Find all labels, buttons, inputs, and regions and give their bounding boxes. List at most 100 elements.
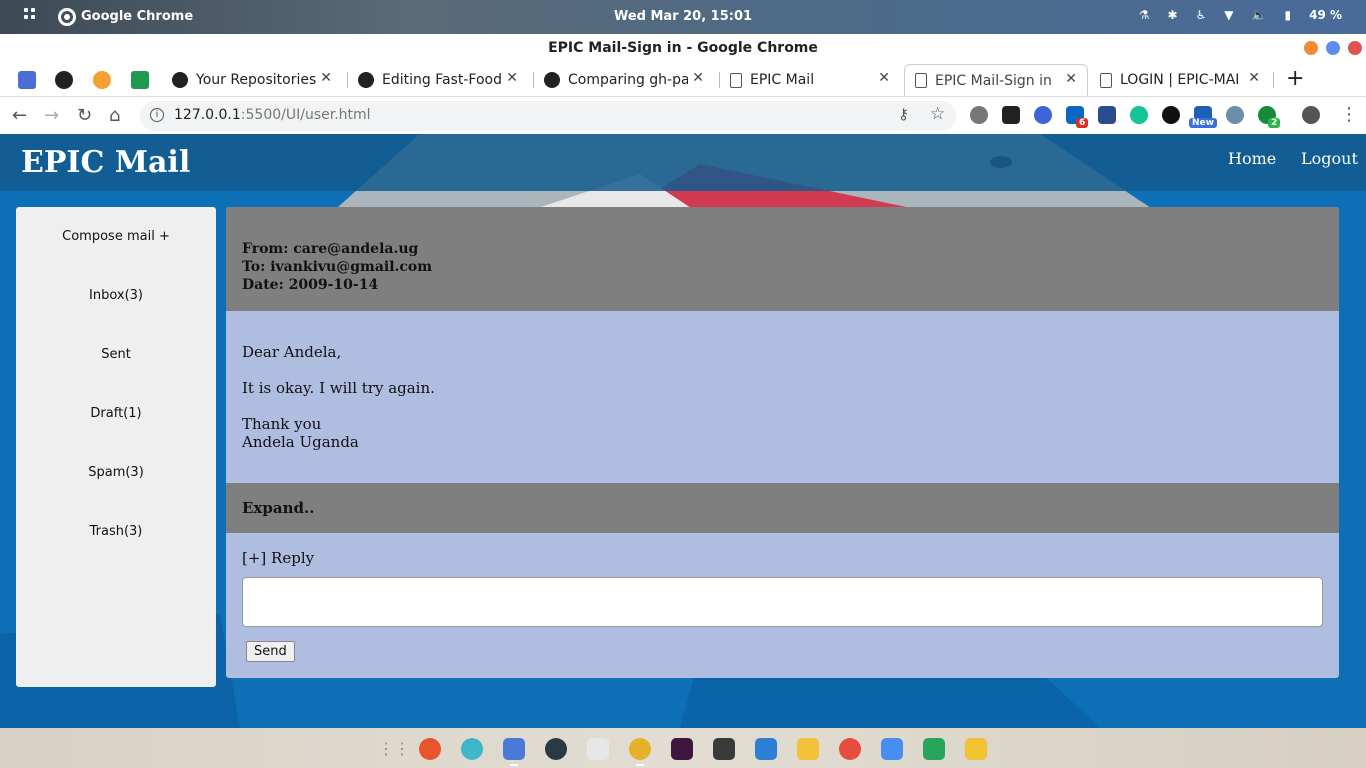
compose-mail-button[interactable]: Compose mail + <box>16 229 216 244</box>
tab-strip: Your Repositories ✕ Editing Fast-Food ✕ … <box>0 62 1366 96</box>
bookmark-star-icon[interactable]: ☆ <box>930 104 945 124</box>
volume-icon[interactable]: 🔈 <box>1252 8 1267 22</box>
wifi-icon[interactable]: ▼ <box>1224 8 1233 22</box>
show-apps-icon[interactable]: ⋮⋮ <box>378 738 410 760</box>
new-badge: New <box>1189 118 1217 128</box>
send-button[interactable]: Send <box>246 641 295 662</box>
expand-label[interactable]: Expand.. <box>242 499 314 517</box>
document-icon <box>1100 72 1112 88</box>
sidebar-item-draft[interactable]: Draft(1) <box>16 406 216 421</box>
docs-dock-icon[interactable] <box>881 738 903 760</box>
url-host: 127.0.0.1 <box>174 107 241 123</box>
document-icon <box>730 72 742 88</box>
url-text[interactable]: 127.0.0.1:5500/UI/user.html <box>174 107 371 123</box>
grammarly-icon[interactable] <box>1130 106 1148 124</box>
profile-avatar[interactable] <box>1302 106 1320 124</box>
close-tab-icon[interactable]: ✕ <box>1248 70 1260 86</box>
battery-icon[interactable]: ▮ <box>1284 8 1291 22</box>
minimize-button[interactable] <box>1304 41 1318 55</box>
slack-icon[interactable]: ✱ <box>1167 8 1177 22</box>
notes-icon[interactable] <box>797 738 819 760</box>
url-path: :5500/UI/user.html <box>240 107 371 123</box>
mail-to: To: ivankivu@gmail.com <box>242 259 433 275</box>
pinned-tab-sheets-icon[interactable] <box>131 71 149 89</box>
sidebar-item-inbox[interactable]: Inbox(3) <box>16 288 216 303</box>
blue-circle-extension-icon[interactable] <box>1034 106 1052 124</box>
photos-icon[interactable] <box>839 738 861 760</box>
tab-label: Your Repositories <box>196 72 317 88</box>
reply-toggle[interactable]: [+] Reply <box>242 549 314 567</box>
sublime-text-icon[interactable] <box>713 738 735 760</box>
files-icon[interactable] <box>503 738 525 760</box>
mail-closing: Thank you <box>242 415 322 433</box>
close-tab-icon[interactable]: ✕ <box>320 70 332 86</box>
window-title: EPIC Mail-Sign in - Google Chrome <box>548 40 818 56</box>
mail-from: From: care@andela.ug <box>242 241 419 257</box>
sidebar-item-trash[interactable]: Trash(3) <box>16 524 216 539</box>
flask-icon[interactable]: ⚗ <box>1139 8 1150 22</box>
accessibility-icon[interactable]: ♿ <box>1196 8 1207 22</box>
tab-comparing-gh-pages[interactable]: Comparing gh-pa ✕ <box>534 64 714 96</box>
home-icon[interactable]: ⌂ <box>109 105 120 126</box>
github-icon <box>544 72 560 88</box>
linkedin-badge: 6 <box>1076 118 1089 128</box>
expand-bar[interactable]: Expand.. <box>226 483 1339 533</box>
infinity-extension-icon[interactable] <box>1226 106 1244 124</box>
close-window-button[interactable] <box>1348 41 1362 55</box>
chrome-dock-icon[interactable] <box>629 738 651 760</box>
camera-app-icon[interactable] <box>545 738 567 760</box>
toolbox-extension-icon[interactable] <box>1098 106 1116 124</box>
mail-view: From: care@andela.ug To: ivankivu@gmail.… <box>226 207 1339 678</box>
info-icon[interactable]: i <box>150 108 164 122</box>
pinned-tab-app-icon[interactable] <box>93 71 111 89</box>
screenshot-app-icon[interactable] <box>587 738 609 760</box>
mail-body: Dear Andela, It is okay. I will try agai… <box>226 311 1339 483</box>
mail-message: It is okay. I will try again. <box>242 379 435 397</box>
home-link[interactable]: Home <box>1228 149 1276 168</box>
reload-icon[interactable]: ↻ <box>77 105 92 126</box>
maximize-button[interactable] <box>1326 41 1340 55</box>
pinned-tab-github-icon[interactable] <box>55 71 73 89</box>
forward-icon[interactable]: → <box>44 105 59 126</box>
address-bar[interactable]: i 127.0.0.1:5500/UI/user.html ⚷ ☆ <box>140 101 956 131</box>
logout-link[interactable]: Logout <box>1301 149 1358 168</box>
sidebar-item-sent[interactable]: Sent <box>16 347 216 362</box>
os-dock: ⋮⋮ <box>0 728 1366 768</box>
tab-login-epic-mail[interactable]: LOGIN | EPIC-MAIL ✕ <box>1090 64 1270 96</box>
gatsby-extension-icon[interactable] <box>1162 106 1180 124</box>
system-tray[interactable]: ⚗ ✱ ♿ ▼ 🔈 ▮ 49 % <box>1139 8 1342 22</box>
mail-sidebar: Compose mail + Inbox(3) Sent Draft(1) Sp… <box>16 207 216 687</box>
sheets-dock-icon[interactable] <box>923 738 945 760</box>
back-icon[interactable]: ← <box>12 105 27 126</box>
tab-your-repositories[interactable]: Your Repositories ✕ <box>162 64 342 96</box>
tab-label: Editing Fast-Food <box>382 72 502 88</box>
slides-dock-icon[interactable] <box>965 738 987 760</box>
tab-label: EPIC Mail <box>750 72 815 88</box>
tab-epic-mail-sign-in[interactable]: EPIC Mail-Sign in ✕ <box>904 64 1088 96</box>
tab-label: Comparing gh-pa <box>568 72 688 88</box>
reply-textarea[interactable] <box>242 577 1323 627</box>
wave-extension-icon[interactable] <box>1002 106 1020 124</box>
new-tab-button[interactable]: + <box>1286 66 1304 91</box>
key-icon[interactable]: ⚷ <box>898 105 909 123</box>
web-page: EPIC Mail Home Logout Compose mail + Inb… <box>0 134 1366 728</box>
pinned-tab-docs-icon[interactable] <box>18 71 36 89</box>
chrome-menu-icon[interactable]: ⋮ <box>1340 104 1358 125</box>
tab-label: LOGIN | EPIC-MAIL <box>1120 72 1240 88</box>
close-tab-icon[interactable]: ✕ <box>692 70 704 86</box>
slack-dock-icon[interactable] <box>671 738 693 760</box>
firefox-icon[interactable] <box>419 738 441 760</box>
close-tab-icon[interactable]: ✕ <box>878 70 890 86</box>
vscode-icon[interactable] <box>755 738 777 760</box>
document-icon <box>915 73 927 88</box>
mail-app-icon[interactable] <box>461 738 483 760</box>
tab-epic-mail[interactable]: EPIC Mail ✕ <box>720 64 900 96</box>
site-logo[interactable]: EPIC Mail <box>21 145 190 180</box>
recycle-extension-icon[interactable] <box>970 106 988 124</box>
close-tab-icon[interactable]: ✕ <box>1065 71 1077 87</box>
close-tab-icon[interactable]: ✕ <box>506 70 518 86</box>
tab-editing-fast-food[interactable]: Editing Fast-Food ✕ <box>348 64 528 96</box>
tab-label: EPIC Mail-Sign in <box>935 72 1052 89</box>
sidebar-item-spam[interactable]: Spam(3) <box>16 465 216 480</box>
mail-signature: Andela Uganda <box>242 433 359 451</box>
